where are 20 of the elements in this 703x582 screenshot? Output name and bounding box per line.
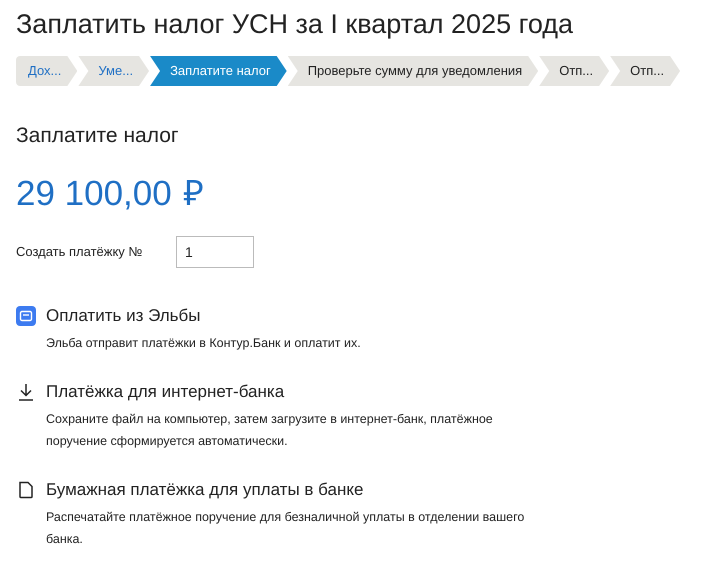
page-title: Заплатить налог УСН за I квартал 2025 года (16, 8, 574, 41)
option-description: Сохраните файл на компьютер, затем загрузите в интернет-банк, платёжное поручение сформируется автоматически. (46, 411, 494, 450)
option-title[interactable]: Бумажная платёжка для уплаты в банке (46, 478, 364, 502)
step-tab[interactable]: Отп... (539, 56, 610, 86)
section-heading: Заплатите налог (16, 123, 180, 149)
step-tab[interactable]: Уме... (78, 56, 150, 86)
option-title[interactable]: Оплатить из Эльбы (46, 304, 200, 328)
currency-sign: ₽ (184, 173, 204, 215)
tax-amount: 29 100,00 (16, 173, 172, 215)
download-icon (16, 382, 36, 402)
step-tab[interactable]: Дох... (16, 56, 78, 86)
payment-number-field[interactable]: 1 (176, 236, 254, 268)
wallet-icon (16, 306, 36, 326)
option-description: Распечатайте платёжное поручение для безналичной уплаты в отделении вашего банка. (46, 509, 526, 548)
step-tab[interactable]: Заплатите налог (150, 56, 287, 86)
step-tab[interactable]: Проверьте сумму для уведомления (288, 56, 538, 86)
option-description: Эльба отправит платёжки в Контур.Банк и оплатит их. (46, 335, 362, 352)
field-label: Создать платёжку № (16, 243, 144, 262)
option-title[interactable]: Платёжка для интернет-банка (46, 380, 284, 404)
step-tab[interactable]: Отп... (610, 56, 680, 86)
